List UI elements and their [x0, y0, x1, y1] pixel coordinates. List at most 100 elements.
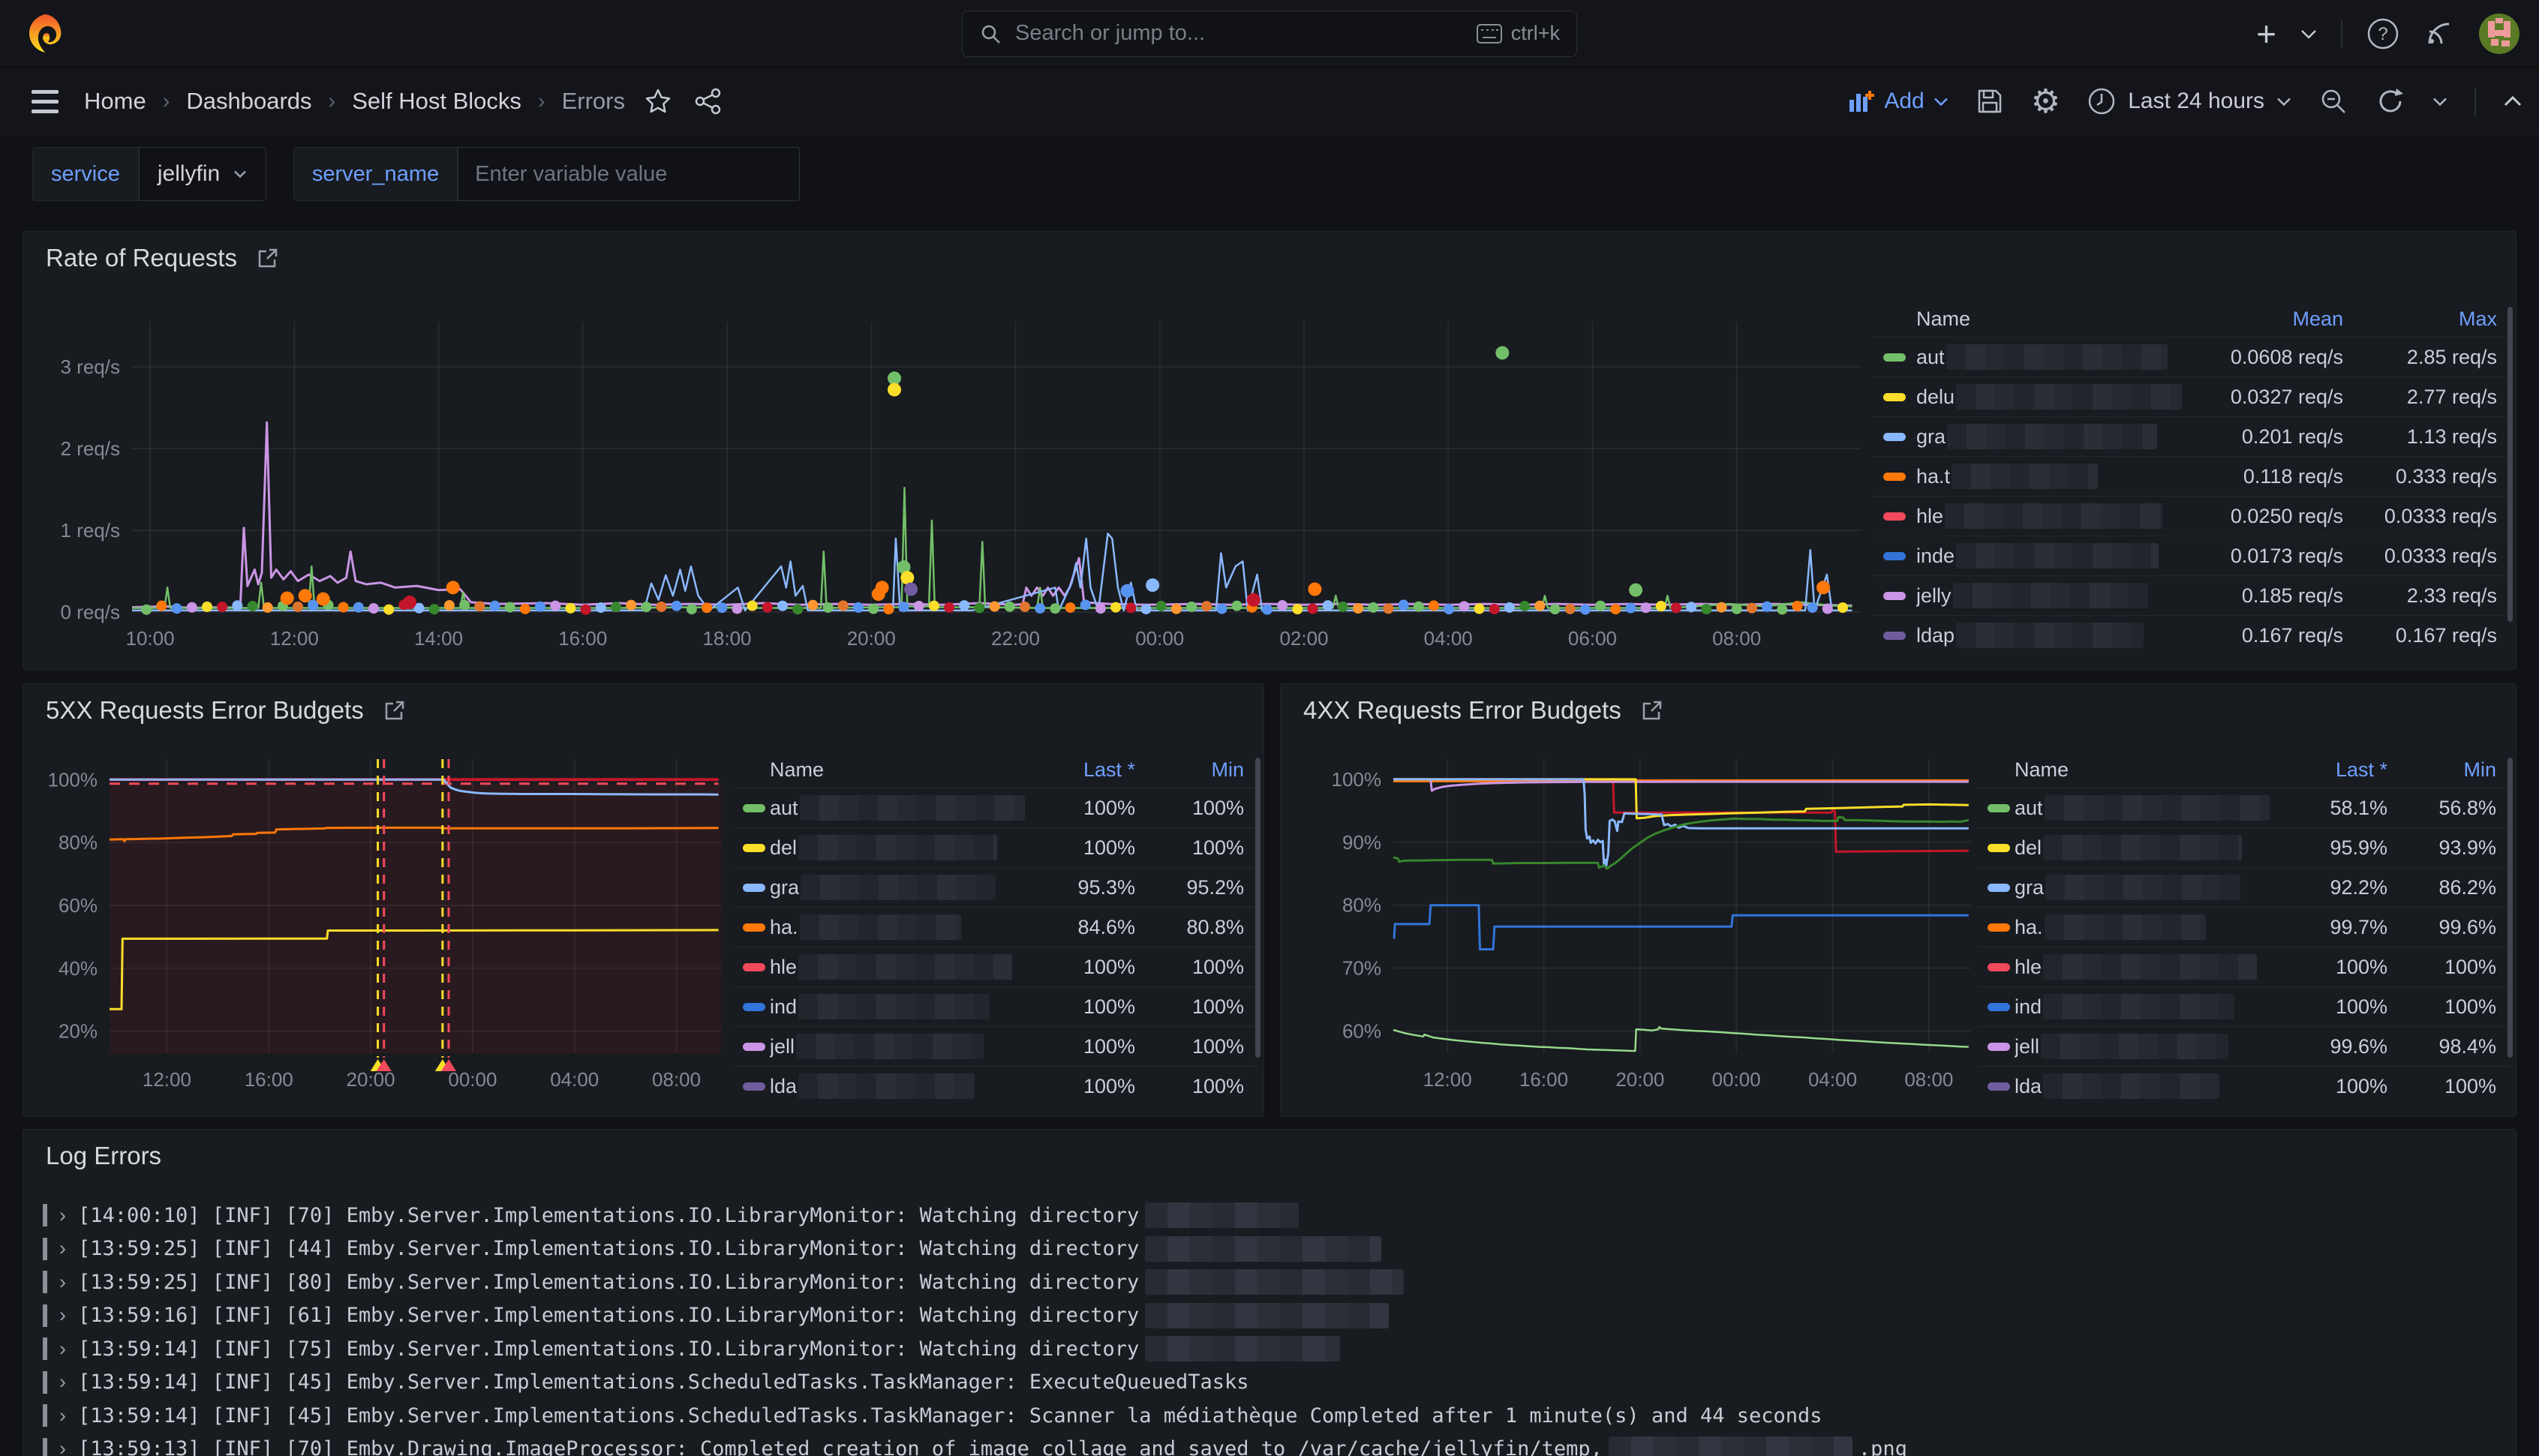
series-aut-series[interactable]	[132, 488, 1852, 608]
panel-rate-title[interactable]: Rate of Requests	[46, 244, 279, 272]
scatter-point[interactable]	[876, 581, 889, 594]
legend-row-delu[interactable]: delu0.0327 req/s2.77 req/s	[1873, 377, 2512, 416]
log-row[interactable]: ›[14:00:10] [INF] [70] Emby.Server.Imple…	[43, 1199, 2501, 1232]
scatter-point[interactable]	[1308, 582, 1321, 596]
search-input[interactable]: ctrl+k	[962, 11, 1577, 57]
legend-col-name[interactable]: Name	[770, 758, 1026, 782]
legend-row-aut[interactable]: aut0.0608 req/s2.85 req/s	[1873, 337, 2512, 377]
series-gra-series[interactable]	[1393, 779, 1969, 866]
scatter-point[interactable]	[403, 596, 416, 609]
legend-row-aut[interactable]: aut100%100%	[732, 788, 1259, 827]
legend-row-lda[interactable]: lda100%100%	[732, 1066, 1259, 1106]
legend-col-name[interactable]: Name	[1916, 308, 2182, 331]
legend-row-inde[interactable]: inde0.0173 req/s0.0333 req/s	[1873, 536, 2512, 575]
legend-col-min[interactable]: Min	[2402, 758, 2511, 782]
legend-row-aut[interactable]: aut58.1%56.8%	[1977, 788, 2511, 827]
variable-server-name-input[interactable]	[458, 147, 800, 201]
log-expand-icon[interactable]: ›	[59, 1337, 66, 1361]
star-icon[interactable]	[645, 88, 672, 115]
scatter-point[interactable]	[281, 591, 294, 605]
legend-col-last[interactable]: Last *	[2279, 758, 2402, 782]
search-field[interactable]	[1015, 21, 1463, 46]
legend-row-ha[interactable]: ha.84.6%80.8%	[732, 907, 1259, 947]
scatter-point[interactable]	[299, 589, 312, 602]
log-row[interactable]: ›[13:59:25] [INF] [44] Emby.Server.Imple…	[43, 1232, 2501, 1266]
variable-service-picker[interactable]: jellyfin	[139, 147, 266, 201]
breadcrumb-item-home[interactable]: Home	[84, 88, 146, 115]
panel-logs-title[interactable]: Log Errors	[46, 1142, 161, 1170]
scatter-point[interactable]	[900, 571, 914, 584]
series-gra-series[interactable]	[132, 533, 1852, 611]
legend-col-min[interactable]: Min	[1150, 758, 1259, 782]
legend-scrollbar[interactable]	[2507, 307, 2513, 622]
log-expand-icon[interactable]: ›	[59, 1437, 66, 1456]
breadcrumb-item-self-host-blocks[interactable]: Self Host Blocks	[352, 88, 521, 115]
legend-scrollbar[interactable]	[1255, 758, 1260, 1058]
scatter-point[interactable]	[1247, 593, 1260, 607]
legend-row-ind[interactable]: ind100%100%	[732, 986, 1259, 1026]
new-plus-icon[interactable]: +	[2256, 14, 2276, 54]
log-expand-icon[interactable]: ›	[59, 1304, 66, 1327]
series-jelly-series[interactable]	[132, 422, 1852, 608]
collapse-up-icon[interactable]	[2503, 95, 2522, 107]
rate-chart-area[interactable]: 0 req/s1 req/s2 req/s3 req/s10:0012:0014…	[23, 273, 1869, 667]
log-expand-icon[interactable]: ›	[59, 1370, 66, 1394]
legend-row-gra[interactable]: gra95.3%95.2%	[732, 867, 1259, 907]
zoom-out-icon[interactable]	[2318, 86, 2348, 116]
panel-4xx-title[interactable]: 4XX Requests Error Budgets	[1303, 696, 1663, 725]
legend-row-lda[interactable]: lda100%100%	[1977, 1066, 2511, 1106]
legend-row-ind[interactable]: ind100%100%	[1977, 986, 2511, 1026]
scatter-point[interactable]	[317, 593, 330, 606]
menu-icon[interactable]	[32, 90, 59, 113]
legend-col-mean[interactable]: Mean	[2182, 308, 2358, 331]
log-row[interactable]: ›[13:59:13] [INF] [70] Emby.Drawing.Imag…	[43, 1433, 2501, 1456]
refresh-interval-chevron-icon[interactable]	[2432, 97, 2447, 107]
scatter-point[interactable]	[446, 581, 460, 594]
log-row[interactable]: ›[13:59:25] [INF] [80] Emby.Server.Imple…	[43, 1265, 2501, 1299]
legend-row-gra[interactable]: gra92.2%86.2%	[1977, 867, 2511, 907]
add-button[interactable]: Add	[1848, 89, 1948, 114]
legend-scrollbar[interactable]	[2507, 758, 2513, 1058]
log-expand-icon[interactable]: ›	[59, 1204, 66, 1227]
legend-row-hle[interactable]: hle100%100%	[732, 947, 1259, 986]
log-row[interactable]: ›[13:59:14] [INF] [45] Emby.Server.Imple…	[43, 1366, 2501, 1400]
user-avatar[interactable]	[2479, 14, 2519, 54]
scatter-point[interactable]	[1495, 346, 1509, 359]
legend-row-ldap[interactable]: ldap0.167 req/s0.167 req/s	[1873, 615, 2512, 655]
legend-col-name[interactable]: Name	[2015, 758, 2279, 782]
legend-row-jelly[interactable]: jelly0.185 req/s2.33 req/s	[1873, 575, 2512, 615]
series-stepblue-series[interactable]	[1393, 905, 1969, 950]
log-expand-icon[interactable]: ›	[59, 1404, 66, 1427]
scatter-point[interactable]	[1816, 581, 1830, 594]
share-icon[interactable]	[694, 87, 723, 116]
log-row[interactable]: ›[13:59:14] [INF] [75] Emby.Server.Imple…	[43, 1332, 2501, 1366]
scatter-point[interactable]	[888, 383, 901, 396]
time-range-picker[interactable]: Last 24 hours	[2087, 87, 2291, 116]
legend-row-ha[interactable]: ha.99.7%99.6%	[1977, 907, 2511, 947]
error-5xx-chart-area[interactable]: 20%40%60%80%100%12:0016:0020:0000:0004:0…	[23, 725, 725, 1112]
log-expand-icon[interactable]: ›	[59, 1237, 66, 1260]
news-icon[interactable]	[2423, 18, 2455, 50]
scatter-point[interactable]	[1120, 584, 1134, 598]
legend-row-del[interactable]: del100%100%	[732, 827, 1259, 867]
legend-row-hat[interactable]: ha.t0.118 req/s0.333 req/s	[1873, 456, 2512, 496]
breadcrumb-item-dashboards[interactable]: Dashboards	[186, 88, 311, 115]
error-4xx-chart-area[interactable]: 60%70%80%90%100%12:0016:0020:0000:0004:0…	[1281, 725, 1971, 1112]
legend-row-hle[interactable]: hle100%100%	[1977, 947, 2511, 986]
panel-5xx-title[interactable]: 5XX Requests Error Budgets	[46, 696, 406, 725]
scatter-point[interactable]	[1146, 578, 1159, 592]
log-row[interactable]: ›[13:59:16] [INF] [61] Emby.Server.Imple…	[43, 1299, 2501, 1333]
legend-row-gra[interactable]: gra0.201 req/s1.13 req/s	[1873, 416, 2512, 456]
legend-col-last[interactable]: Last *	[1026, 758, 1150, 782]
refresh-icon[interactable]	[2375, 86, 2405, 116]
settings-gear-icon[interactable]: ⚙	[2031, 83, 2060, 121]
new-chevron-down-icon[interactable]	[2300, 29, 2317, 39]
legend-row-jell[interactable]: jell99.6%98.4%	[1977, 1026, 2511, 1066]
legend-col-max[interactable]: Max	[2358, 308, 2512, 331]
grafana-logo-icon[interactable]	[26, 13, 65, 55]
log-row[interactable]: ›[13:59:14] [INF] [45] Emby.Server.Imple…	[43, 1399, 2501, 1433]
scatter-point[interactable]	[904, 582, 918, 596]
legend-row-del[interactable]: del95.9%93.9%	[1977, 827, 2511, 867]
scatter-point[interactable]	[1629, 584, 1642, 597]
log-expand-icon[interactable]: ›	[59, 1271, 66, 1294]
